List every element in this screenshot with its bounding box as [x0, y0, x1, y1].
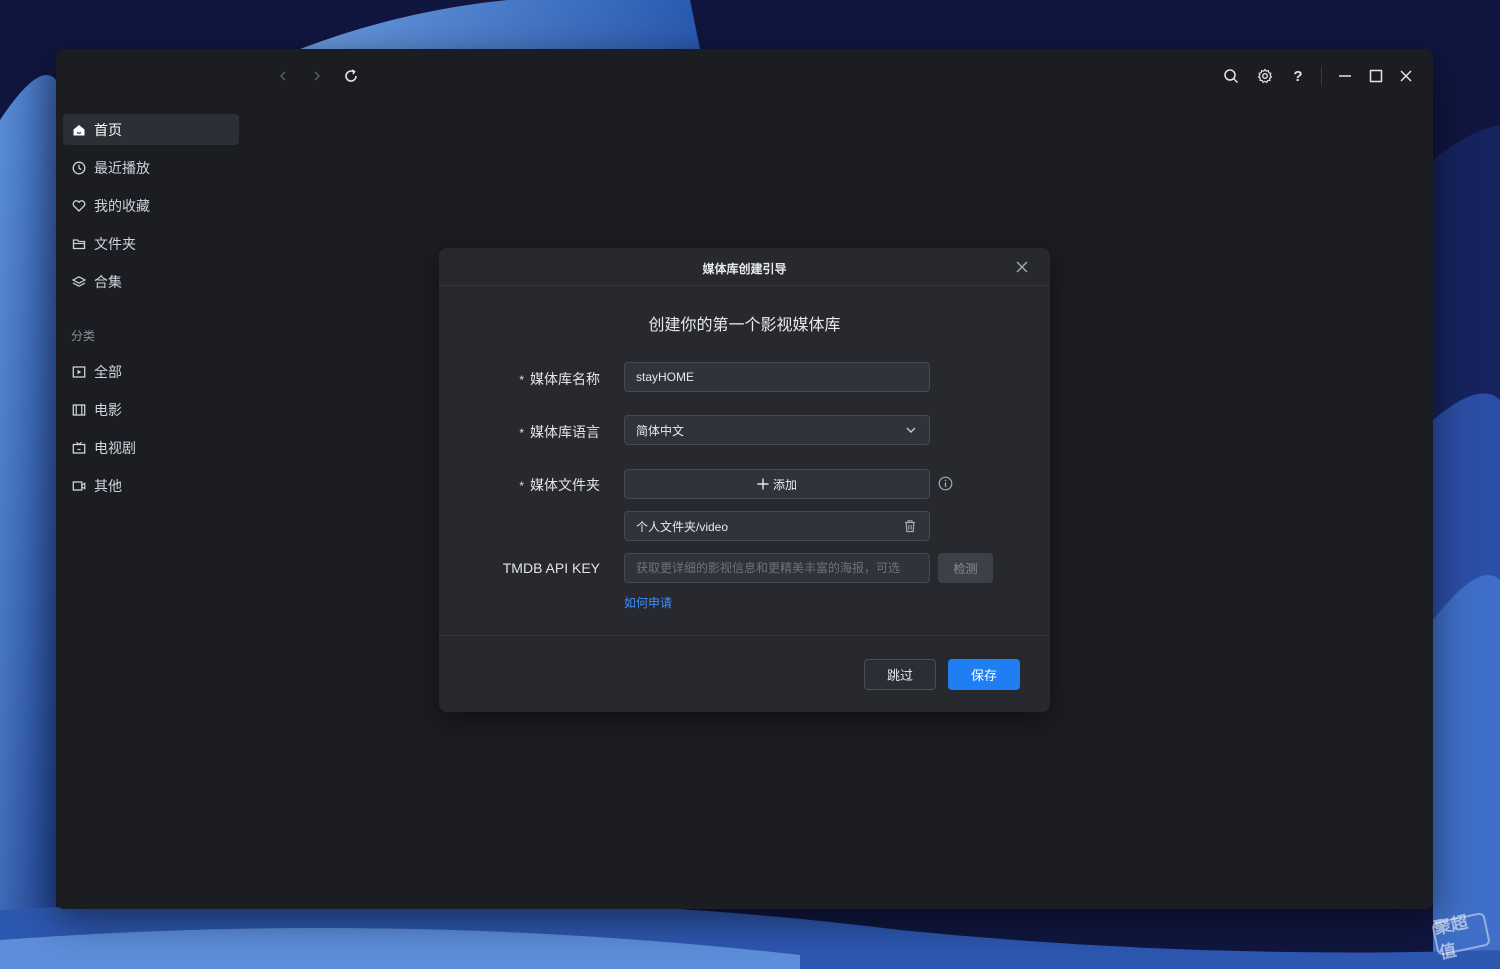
required-mark: *: [519, 426, 524, 440]
question-icon: ?: [1293, 67, 1303, 85]
tmdb-key-input[interactable]: [636, 554, 929, 582]
app-window: ? 首页 最近播放 我的收藏 文件夹 合集 分类 全部 电影 电视剧 其他 媒体…: [56, 49, 1433, 909]
minimize-icon: [1339, 75, 1351, 77]
close-icon: [1016, 261, 1028, 273]
film-icon: [71, 402, 86, 417]
tmdb-key-field[interactable]: [624, 553, 930, 583]
refresh-button[interactable]: [338, 63, 364, 89]
search-icon: [1224, 69, 1239, 84]
dialog-subtitle: 创建你的第一个影视媒体库: [648, 317, 841, 334]
sidebar-item-recent[interactable]: 最近播放: [63, 152, 239, 183]
layers-icon: [71, 274, 86, 289]
gear-icon: [1257, 68, 1273, 84]
dialog-header: 媒体库创建引导: [439, 248, 1050, 286]
save-button[interactable]: 保存: [948, 659, 1020, 690]
sidebar: 首页 最近播放 我的收藏 文件夹 合集 分类 全部 电影 电视剧 其他: [63, 114, 239, 508]
folder-path-item: 个人文件夹/video: [624, 511, 930, 541]
add-folder-button[interactable]: 添加: [624, 469, 930, 499]
how-to-apply-link[interactable]: 如何申请: [624, 594, 672, 611]
folder-path-text: 个人文件夹/video: [636, 519, 729, 534]
chevron-down-icon: [906, 427, 916, 433]
detect-button[interactable]: 检测: [938, 553, 993, 583]
skip-button[interactable]: 跳过: [864, 659, 936, 690]
play-square-icon: [71, 364, 86, 379]
back-button[interactable]: [270, 63, 296, 89]
sidebar-item-collections[interactable]: 合集: [63, 266, 239, 297]
sidebar-item-movies[interactable]: 电影: [63, 394, 239, 425]
add-folder-label: 添加: [772, 477, 797, 492]
library-language-label: * 媒体库语言: [519, 424, 600, 440]
sidebar-item-other[interactable]: 其他: [63, 470, 239, 501]
required-mark: *: [519, 373, 524, 387]
sidebar-item-label: 文件夹: [94, 235, 136, 252]
sidebar-item-home[interactable]: 首页: [63, 114, 239, 145]
dialog-close-button[interactable]: [1014, 259, 1030, 275]
maximize-icon: [1369, 69, 1383, 83]
sidebar-item-favorites[interactable]: 我的收藏: [63, 190, 239, 221]
settings-button[interactable]: [1252, 63, 1278, 89]
trash-icon[interactable]: [903, 519, 917, 533]
library-setup-dialog: 媒体库创建引导 创建你的第一个影视媒体库 *媒体库名称 *媒体库语言 简体中文 …: [439, 248, 1050, 712]
clock-icon: [71, 160, 86, 175]
heart-icon: [71, 198, 86, 213]
category-section-label: 分类: [71, 329, 96, 343]
maximize-button[interactable]: [1363, 63, 1389, 89]
tv-icon: [71, 440, 86, 455]
dialog-title: 媒体库创建引导: [702, 262, 787, 276]
dialog-footer-divider: [439, 635, 1050, 636]
info-icon[interactable]: [938, 476, 953, 491]
video-camera-icon: [71, 478, 86, 493]
library-name-input[interactable]: [636, 363, 929, 391]
home-icon: [71, 122, 86, 137]
toolbar-divider: [1321, 67, 1322, 85]
library-language-select[interactable]: 简体中文: [624, 415, 930, 445]
sidebar-item-label: 最近播放: [94, 159, 150, 176]
sidebar-item-all[interactable]: 全部: [63, 356, 239, 387]
help-button[interactable]: ?: [1285, 63, 1311, 89]
close-icon: [1400, 70, 1412, 82]
title-bar: ?: [56, 49, 1433, 103]
sidebar-item-folders[interactable]: 文件夹: [63, 228, 239, 259]
sidebar-item-label: 首页: [94, 121, 122, 138]
sidebar-item-label: 电视剧: [94, 439, 136, 456]
refresh-icon: [345, 69, 357, 82]
sidebar-item-label: 其他: [94, 477, 122, 494]
sidebar-item-label: 电影: [94, 401, 122, 418]
tmdb-key-label: TMDB API KEY: [502, 560, 600, 576]
plus-icon: [757, 478, 769, 490]
library-name-field[interactable]: [624, 362, 930, 392]
media-folder-label: * 媒体文件夹: [519, 477, 600, 493]
search-button[interactable]: [1218, 63, 1244, 89]
sidebar-item-label: 我的收藏: [94, 197, 150, 214]
minimize-button[interactable]: [1332, 63, 1358, 89]
sidebar-item-tv[interactable]: 电视剧: [63, 432, 239, 463]
watermark-logo: 聚超值: [1431, 911, 1491, 963]
chevron-right-icon: [314, 71, 320, 81]
forward-button[interactable]: [304, 63, 330, 89]
chevron-left-icon: [280, 71, 286, 81]
required-mark: *: [519, 479, 524, 493]
library-name-label: * 媒体库名称: [519, 371, 600, 387]
sidebar-item-label: 合集: [94, 273, 122, 290]
sidebar-item-label: 全部: [94, 363, 122, 380]
folder-icon: [71, 236, 86, 251]
language-selected-value: 简体中文: [636, 423, 685, 438]
close-window-button[interactable]: [1393, 63, 1419, 89]
